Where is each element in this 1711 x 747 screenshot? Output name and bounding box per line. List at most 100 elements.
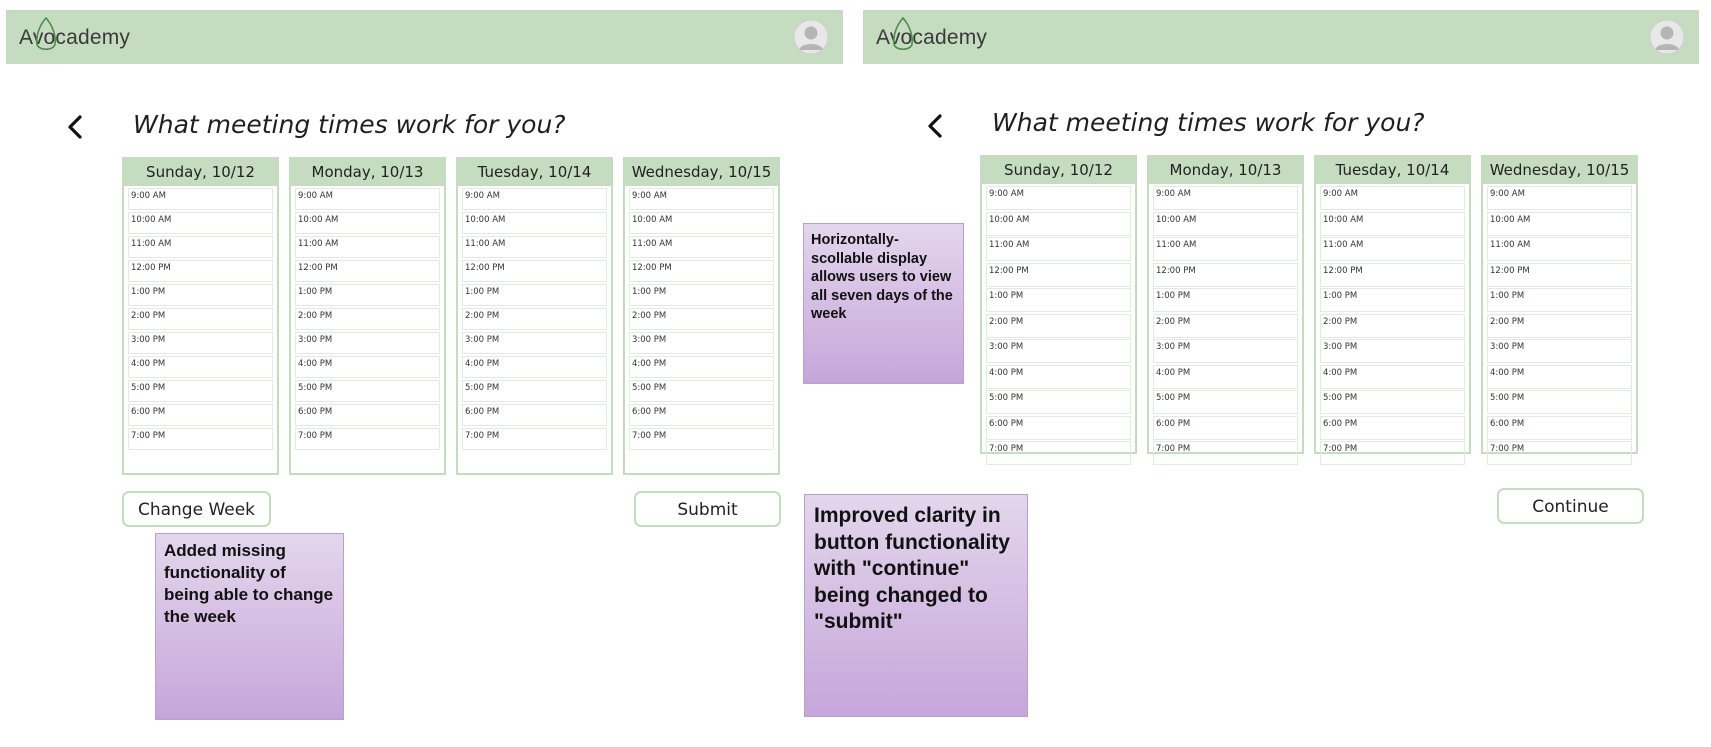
time-slot[interactable]: 2:00 PM	[462, 308, 607, 330]
time-slot[interactable]: 4:00 PM	[295, 356, 440, 378]
time-slot[interactable]: 12:00 PM	[986, 262, 1131, 287]
day-column: Monday, 10/13 9:00 AM 10:00 AM 11:00 AM 12:0…	[1147, 155, 1304, 465]
time-slot[interactable]: 10:00 AM	[1320, 211, 1465, 236]
time-slot[interactable]: 4:00 PM	[128, 356, 273, 378]
time-slot[interactable]: 5:00 PM	[1153, 390, 1298, 414]
time-slot[interactable]: 10:00 AM	[629, 212, 774, 234]
continue-button[interactable]: Continue	[1497, 488, 1644, 524]
time-slot[interactable]: 2:00 PM	[128, 308, 273, 330]
time-slot[interactable]: 5:00 PM	[1320, 390, 1465, 414]
time-slot[interactable]: 9:00 AM	[128, 188, 273, 210]
time-slot[interactable]: 11:00 AM	[462, 236, 607, 258]
time-slot[interactable]: 9:00 AM	[295, 188, 440, 210]
time-slot[interactable]: 4:00 PM	[1153, 364, 1298, 389]
time-slot[interactable]: 6:00 PM	[128, 404, 273, 426]
time-slot[interactable]: 11:00 AM	[1320, 237, 1465, 261]
time-slot[interactable]: 6:00 PM	[295, 404, 440, 426]
time-slot[interactable]: 4:00 PM	[1487, 364, 1632, 389]
time-slot[interactable]: 4:00 PM	[629, 356, 774, 378]
time-slot[interactable]: 3:00 PM	[295, 332, 440, 354]
time-slot[interactable]: 6:00 PM	[629, 404, 774, 426]
time-slot[interactable]: 5:00 PM	[1487, 390, 1632, 414]
time-slot[interactable]: 12:00 PM	[1487, 262, 1632, 287]
chevron-left-icon[interactable]	[922, 109, 948, 143]
time-slot[interactable]: 7:00 PM	[128, 428, 273, 450]
time-slot[interactable]: 12:00 PM	[462, 260, 607, 282]
time-slot[interactable]: 3:00 PM	[1153, 339, 1298, 363]
time-slot[interactable]: 12:00 PM	[128, 260, 273, 282]
time-slot[interactable]: 5:00 PM	[629, 380, 774, 402]
time-slot[interactable]: 11:00 AM	[629, 236, 774, 258]
time-slot[interactable]: 2:00 PM	[295, 308, 440, 330]
time-slot[interactable]: 7:00 PM	[1487, 441, 1632, 465]
day-header: Sunday, 10/12	[982, 157, 1135, 184]
logo[interactable]: Avocademy	[19, 16, 159, 56]
time-slot[interactable]: 7:00 PM	[986, 441, 1131, 465]
time-slot[interactable]: 12:00 PM	[1320, 262, 1465, 287]
time-slot[interactable]: 10:00 AM	[1153, 211, 1298, 236]
time-slot[interactable]: 1:00 PM	[1320, 288, 1465, 312]
time-slot[interactable]: 4:00 PM	[1320, 364, 1465, 389]
time-slot[interactable]: 2:00 PM	[629, 308, 774, 330]
time-slot[interactable]: 6:00 PM	[462, 404, 607, 426]
time-slot[interactable]: 7:00 PM	[295, 428, 440, 450]
time-slot[interactable]: 10:00 AM	[986, 211, 1131, 236]
time-slot[interactable]: 1:00 PM	[1487, 288, 1632, 312]
time-slot[interactable]: 9:00 AM	[629, 188, 774, 210]
time-slot[interactable]: 5:00 PM	[295, 380, 440, 402]
time-slot[interactable]: 3:00 PM	[629, 332, 774, 354]
time-slot[interactable]: 5:00 PM	[128, 380, 273, 402]
time-slot[interactable]: 3:00 PM	[986, 339, 1131, 363]
time-slot[interactable]: 12:00 PM	[1153, 262, 1298, 287]
time-slot[interactable]: 4:00 PM	[462, 356, 607, 378]
time-slot[interactable]: 1:00 PM	[986, 288, 1131, 312]
time-slot[interactable]: 7:00 PM	[629, 428, 774, 450]
time-slot-list: 9:00 AM 10:00 AM 11:00 AM 12:00 PM 1:00 PM 2:…	[1316, 184, 1469, 465]
time-slot[interactable]: 1:00 PM	[295, 284, 440, 306]
time-slot[interactable]: 6:00 PM	[1487, 415, 1632, 440]
time-slot[interactable]: 10:00 AM	[295, 212, 440, 234]
time-slot[interactable]: 5:00 PM	[462, 380, 607, 402]
time-slot[interactable]: 11:00 AM	[295, 236, 440, 258]
time-slot[interactable]: 11:00 AM	[1487, 237, 1632, 261]
time-slot[interactable]: 12:00 PM	[295, 260, 440, 282]
time-slot[interactable]: 2:00 PM	[986, 313, 1131, 338]
time-slot[interactable]: 9:00 AM	[462, 188, 607, 210]
time-slot[interactable]: 3:00 PM	[1320, 339, 1465, 363]
time-slot[interactable]: 11:00 AM	[128, 236, 273, 258]
time-slot[interactable]: 10:00 AM	[1487, 211, 1632, 236]
time-slot[interactable]: 6:00 PM	[986, 415, 1131, 440]
time-slot[interactable]: 11:00 AM	[1153, 237, 1298, 261]
time-slot[interactable]: 3:00 PM	[128, 332, 273, 354]
time-slot[interactable]: 7:00 PM	[1320, 441, 1465, 465]
time-slot[interactable]: 6:00 PM	[1153, 415, 1298, 440]
time-slot[interactable]: 3:00 PM	[462, 332, 607, 354]
time-slot[interactable]: 6:00 PM	[1320, 415, 1465, 440]
time-slot[interactable]: 2:00 PM	[1153, 313, 1298, 338]
time-slot[interactable]: 9:00 AM	[986, 186, 1131, 210]
chevron-left-icon[interactable]	[62, 110, 88, 144]
time-slot[interactable]: 9:00 AM	[1320, 186, 1465, 210]
user-avatar-icon[interactable]	[793, 19, 829, 55]
time-slot[interactable]: 11:00 AM	[986, 237, 1131, 261]
time-slot[interactable]: 12:00 PM	[629, 260, 774, 282]
time-slot[interactable]: 1:00 PM	[1153, 288, 1298, 312]
time-slot[interactable]: 10:00 AM	[128, 212, 273, 234]
time-slot[interactable]: 7:00 PM	[462, 428, 607, 450]
change-week-button[interactable]: Change Week	[122, 491, 271, 527]
time-slot[interactable]: 2:00 PM	[1487, 313, 1632, 338]
time-slot[interactable]: 3:00 PM	[1487, 339, 1632, 363]
time-slot[interactable]: 2:00 PM	[1320, 313, 1465, 338]
time-slot[interactable]: 7:00 PM	[1153, 441, 1298, 465]
user-avatar-icon[interactable]	[1649, 19, 1685, 55]
time-slot[interactable]: 9:00 AM	[1153, 186, 1298, 210]
time-slot[interactable]: 9:00 AM	[1487, 186, 1632, 210]
time-slot[interactable]: 5:00 PM	[986, 390, 1131, 414]
time-slot[interactable]: 4:00 PM	[986, 364, 1131, 389]
submit-button[interactable]: Submit	[634, 491, 781, 527]
time-slot[interactable]: 1:00 PM	[462, 284, 607, 306]
time-slot[interactable]: 10:00 AM	[462, 212, 607, 234]
time-slot[interactable]: 1:00 PM	[128, 284, 273, 306]
time-slot[interactable]: 1:00 PM	[629, 284, 774, 306]
logo[interactable]: Avocademy	[876, 16, 1016, 56]
